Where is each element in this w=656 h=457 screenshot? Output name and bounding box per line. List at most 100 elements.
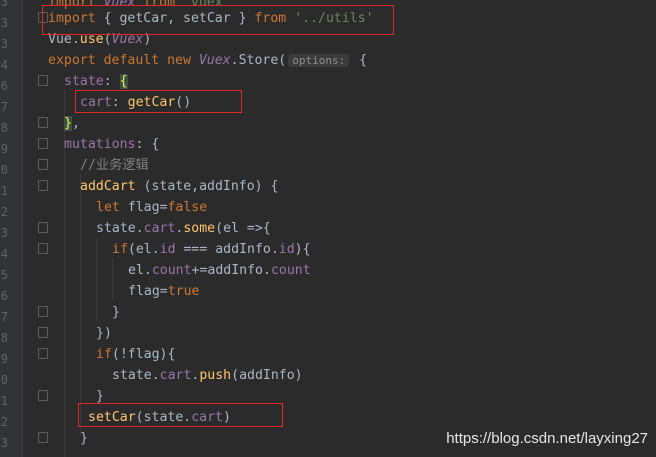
token: : — [103, 74, 120, 89]
code-line[interactable]: } — [112, 302, 120, 323]
token: (! — [111, 347, 128, 362]
gutter-divider — [22, 0, 23, 457]
fold-marker-icon[interactable] — [38, 432, 48, 443]
token: cart — [159, 368, 192, 383]
token: id — [159, 242, 176, 257]
line-number: 8 — [0, 121, 8, 135]
token: Store — [238, 53, 279, 68]
matched-brace: } — [64, 116, 72, 131]
token: state — [64, 74, 104, 89]
token: . — [230, 53, 239, 68]
matched-brace: { — [119, 74, 128, 89]
token: }) — [96, 326, 112, 341]
token: === addInfo. — [175, 242, 279, 257]
code-line[interactable]: state: { — [64, 71, 128, 92]
code-line[interactable]: if(el.id === addInfo.id){ — [112, 239, 311, 260]
code-line[interactable]: export default new Vuex.Store(options: { — [48, 50, 367, 71]
token: : { — [135, 137, 160, 152]
highlight-box-setcar — [78, 403, 283, 427]
line-number: 9 — [0, 142, 8, 156]
line-number: 0 — [0, 373, 8, 387]
token: cart — [143, 221, 176, 236]
line-number: 4 — [0, 58, 8, 72]
token: if — [112, 242, 128, 257]
line-number: 5 — [0, 268, 8, 282]
line-number: 3 — [0, 436, 8, 450]
line-number: 7 — [0, 100, 8, 114]
code-line[interactable]: let flag=false — [96, 197, 207, 218]
line-number: 9 — [0, 352, 8, 366]
line-number: 1 — [0, 394, 8, 408]
comment: //业务逻辑 — [80, 158, 149, 173]
line-number: 2 — [0, 415, 8, 429]
token: true — [167, 284, 200, 299]
code-line[interactable]: flag=true — [128, 281, 199, 302]
token: (el. — [127, 242, 160, 257]
token: ){ — [159, 347, 176, 362]
indent-guide — [96, 237, 97, 321]
fold-marker-icon[interactable] — [38, 180, 48, 191]
token: state. — [96, 221, 144, 236]
code-line[interactable]: //业务逻辑 — [80, 155, 149, 176]
fold-marker-icon[interactable] — [38, 348, 48, 359]
watermark: https://blog.csdn.net/layxing27 — [446, 430, 648, 447]
token: false — [167, 200, 208, 215]
token: addCart — [80, 179, 136, 194]
token: Vuex — [198, 53, 231, 68]
code-line[interactable]: state.cart.push(addInfo) — [112, 365, 303, 386]
code-line[interactable]: addCart (state,addInfo) { — [80, 176, 279, 197]
fold-marker-icon[interactable] — [38, 243, 48, 254]
token: , — [71, 116, 80, 131]
token: el. — [128, 263, 152, 278]
token: flag — [128, 284, 160, 299]
token: ){ — [294, 242, 311, 257]
code-line[interactable]: el.count+=addInfo.count — [128, 260, 311, 281]
token: count — [270, 263, 311, 278]
token: (el =>{ — [215, 221, 271, 236]
token: } — [112, 305, 120, 320]
line-number: 3 — [0, 37, 8, 51]
line-number: 6 — [0, 289, 8, 303]
token: if — [96, 347, 112, 362]
code-line[interactable]: }, — [64, 113, 80, 134]
line-number: 1 — [0, 184, 8, 198]
code-line[interactable]: state.cart.some(el =>{ — [96, 218, 271, 239]
parameter-hint: options: — [288, 54, 350, 67]
token: some — [183, 221, 216, 236]
code-line[interactable]: }) — [96, 323, 112, 344]
indent-guide — [112, 258, 113, 300]
code-line[interactable]: } — [80, 428, 88, 449]
fold-marker-icon[interactable] — [38, 117, 48, 128]
line-number: 7 — [0, 310, 8, 324]
line-number: 6 — [0, 79, 8, 93]
token: +=addInfo. — [191, 263, 271, 278]
token: } — [96, 389, 104, 404]
token: let — [96, 200, 128, 215]
token: id — [278, 242, 295, 257]
fold-marker-icon[interactable] — [38, 138, 48, 149]
fold-marker-icon[interactable] — [38, 159, 48, 170]
fold-marker-icon[interactable] — [38, 75, 48, 86]
fold-marker-icon[interactable] — [38, 327, 48, 338]
line-number: 2 — [0, 205, 8, 219]
token: state. — [112, 368, 160, 383]
line-number: 3 — [0, 16, 8, 30]
token: flag — [127, 347, 160, 362]
code-line[interactable]: mutations: { — [64, 134, 159, 155]
highlight-box-cart — [75, 90, 242, 113]
token: { — [351, 53, 368, 68]
token: mutations — [64, 137, 136, 152]
token: export default new — [48, 53, 199, 68]
token: count — [151, 263, 192, 278]
token: push — [199, 368, 232, 383]
token: flag — [127, 200, 160, 215]
highlight-box-import — [42, 5, 394, 35]
token: } — [80, 431, 88, 446]
code-line[interactable]: if(!flag){ — [96, 344, 175, 365]
token: ( — [278, 53, 287, 68]
fold-marker-icon[interactable] — [38, 390, 48, 401]
fold-marker-icon[interactable] — [38, 306, 48, 317]
token: (addInfo) — [231, 368, 303, 383]
fold-marker-icon[interactable] — [38, 222, 48, 233]
line-number: 3 — [0, 226, 8, 240]
